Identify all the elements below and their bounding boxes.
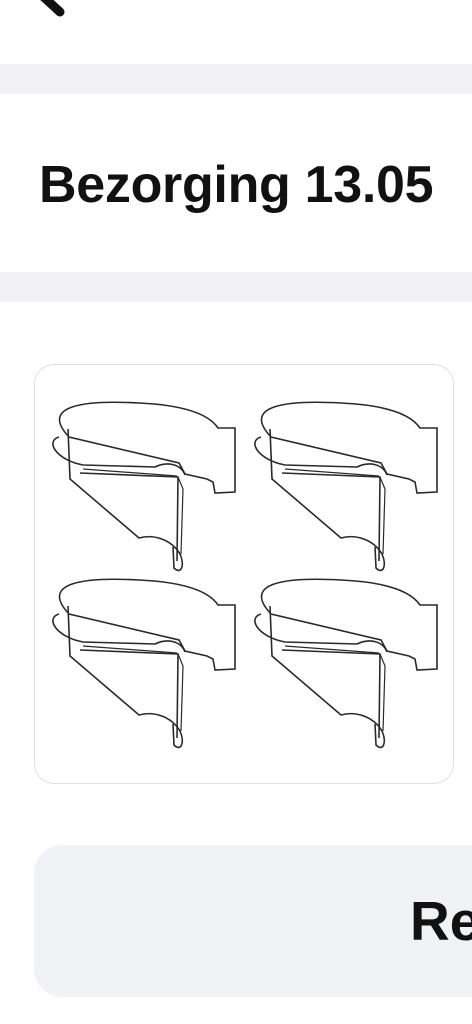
wire-pot-holder-image [52,401,438,749]
top-navigation-bar [0,0,472,65]
page: Bezorging 13.05 Re [0,0,472,1024]
section-divider [0,272,472,302]
product-image-card[interactable] [34,364,454,784]
action-button-label: Re [410,890,472,952]
section-divider [0,64,472,94]
back-arrow-icon[interactable] [24,0,72,22]
action-button[interactable]: Re [34,845,472,997]
delivery-title: Bezorging 13.05 [39,156,434,214]
